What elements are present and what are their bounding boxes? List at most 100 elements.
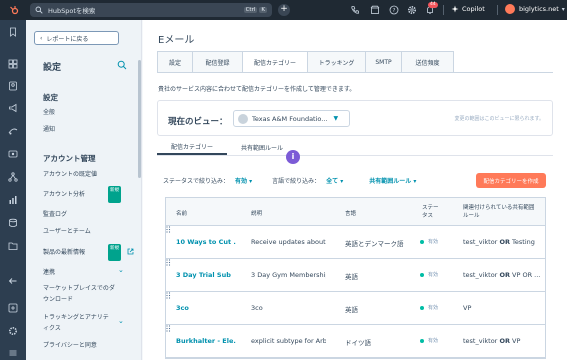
sprocket-icon[interactable] <box>9 5 19 15</box>
rule-name: VP OR ... <box>512 271 541 279</box>
arrow-left-icon[interactable] <box>8 276 18 286</box>
sidebar-item-general[interactable]: 全般 <box>43 108 55 118</box>
status-filter-value: 有効 <box>235 178 248 185</box>
sidebar-item-users-teams[interactable]: ユーザーとチーム <box>43 227 91 237</box>
table-row[interactable]: 3 Day Trial Sub 3 Day Gym Membership 英語 … <box>166 259 545 292</box>
business-unit-select[interactable]: Texas A&M Foundatio... ▼ <box>233 110 350 127</box>
copilot-label: Copilot <box>462 5 485 13</box>
category-language: 英語とデンマーク語 <box>345 240 404 248</box>
category-description: 3co <box>251 304 263 312</box>
service-icon[interactable] <box>8 149 18 159</box>
automation-icon[interactable] <box>8 172 18 182</box>
drag-handle-icon[interactable] <box>166 226 171 233</box>
info-icon[interactable]: i <box>286 150 300 164</box>
subtab-subscription-categories[interactable]: 配信カテゴリー <box>157 140 228 155</box>
current-view-label: 現在のビュー： <box>168 117 228 127</box>
help-icon[interactable]: ? <box>389 5 399 15</box>
scope-rules-cell: VP <box>463 304 543 312</box>
category-description: explicit subtype for Arb... <box>251 337 326 345</box>
sales-icon[interactable] <box>8 126 18 136</box>
scope-rules-cell: test_viktor OR VP <box>463 337 543 345</box>
sidebar-item-integrations[interactable]: 連携 <box>43 268 55 278</box>
data-management-icon[interactable] <box>8 218 18 228</box>
external-link-icon <box>127 248 134 255</box>
sidebar-item-privacy-consent[interactable]: プライバシーと同意 <box>43 341 97 351</box>
chevron-left-icon: ‹ <box>40 34 43 42</box>
category-description: 3 Day Gym Membership <box>251 271 326 279</box>
chevron-down-icon[interactable]: ⌄ <box>118 317 124 325</box>
tab-tracking[interactable]: トラッキング <box>308 51 366 73</box>
global-search-input[interactable]: HubSpotを検索 Ctrl K <box>30 3 272 17</box>
column-header-description[interactable]: 説明 <box>251 209 262 217</box>
category-name-link[interactable]: Burkhalter - Ele... <box>176 337 236 345</box>
settings-icon[interactable] <box>8 326 18 336</box>
sidebar-item-product-updates[interactable]: 製品の最新情報 <box>43 248 85 258</box>
sidebar-item-tracking-analytics[interactable]: トラッキングとアナリテ <box>43 313 109 323</box>
reports-icon[interactable] <box>8 195 18 205</box>
tab-sending-frequency[interactable]: 送信頻度 <box>402 51 454 73</box>
language-filter-dropdown[interactable]: 全て ▾ <box>326 176 343 185</box>
table-row[interactable]: Burkhalter - Ele... explicit subtype for… <box>166 325 545 358</box>
column-header-language[interactable]: 言語 <box>345 209 356 217</box>
back-to-reports-button[interactable]: ‹ レポートに戻る <box>34 31 119 45</box>
shortcut-ctrl: Ctrl <box>243 7 258 13</box>
rule-name: Testing <box>512 238 535 246</box>
category-name-link[interactable]: 3co <box>176 304 236 312</box>
status-filter-dropdown[interactable]: 有効 ▾ <box>235 176 252 185</box>
dashboard-icon[interactable] <box>8 59 18 69</box>
sidebar-item-notifications[interactable]: 通知 <box>43 125 55 135</box>
integrations-icon[interactable] <box>8 303 18 313</box>
search-icon[interactable] <box>117 60 127 70</box>
copilot-icon <box>451 5 459 13</box>
copilot-button[interactable]: Copilot <box>451 5 485 13</box>
tab-subscriptions[interactable]: 配信登録 <box>193 51 243 73</box>
folder-icon[interactable] <box>8 241 18 251</box>
bookmark-icon[interactable] <box>8 27 18 37</box>
status-text: 有効 <box>428 272 439 278</box>
sidebar-item-tracking-analytics-line2[interactable]: ィクス <box>43 324 61 334</box>
account-name: biglytics.net <box>519 5 559 13</box>
category-name-link[interactable]: 3 Day Trial Sub <box>176 271 236 279</box>
table-row[interactable]: 10 Ways to Cut ... Receive updates about… <box>166 226 545 259</box>
sidebar-item-account-analytics[interactable]: アカウント分析 <box>43 190 85 200</box>
column-header-scope-rules[interactable]: 関連付けられている共有範囲 ルール <box>463 204 545 220</box>
create-new-button[interactable]: + <box>278 4 290 16</box>
sidebar-item-marketplace-downloads-line2[interactable]: ウンロード <box>43 295 73 305</box>
category-language: 英語 <box>345 306 358 314</box>
marketplace-icon[interactable] <box>370 5 380 15</box>
sidebar-item-account-defaults[interactable]: アカウントの既定値 <box>43 170 97 180</box>
sidebar-scrollbar[interactable] <box>138 60 141 178</box>
drag-handle-icon[interactable] <box>166 259 171 266</box>
tab-settings[interactable]: 設定 <box>157 51 193 73</box>
scope-rules-cell: test_viktor OR Testing <box>463 238 543 246</box>
new-badge: 新規 <box>108 186 121 203</box>
menu-icon[interactable] <box>8 348 18 358</box>
tab-subscription-categories[interactable]: 配信カテゴリー <box>243 51 308 73</box>
status-badge: 有効 <box>420 238 438 245</box>
rule-name: test_viktor <box>463 271 498 279</box>
column-header-status[interactable]: ステー タス <box>422 204 442 220</box>
drag-handle-icon[interactable] <box>166 292 171 299</box>
column-header-name[interactable]: 名前 <box>176 209 187 217</box>
category-name-link[interactable]: 10 Ways to Cut ... <box>176 238 236 246</box>
create-subscription-category-button[interactable]: 配信カテゴリーを作成 <box>476 173 546 188</box>
account-menu[interactable]: biglytics.net ▾ <box>505 4 565 14</box>
tab-smtp[interactable]: SMTP <box>366 51 402 73</box>
drag-handle-icon[interactable] <box>166 325 171 332</box>
gear-icon[interactable] <box>407 5 417 15</box>
or-operator: OR <box>499 337 510 345</box>
contacts-icon[interactable] <box>8 81 18 91</box>
table-row[interactable]: 3co 3co 英語 有効 VP <box>166 292 545 325</box>
status-filter-label: ステータスで絞り込み： <box>163 178 230 185</box>
search-icon <box>35 6 43 14</box>
sidebar-item-marketplace-downloads[interactable]: マーケットプレイスでのダ <box>43 284 115 294</box>
phone-icon[interactable] <box>350 5 360 15</box>
sidebar-item-audit-log[interactable]: 監査ログ <box>43 210 67 220</box>
chevron-down-icon[interactable]: ⌄ <box>118 266 124 274</box>
avatar <box>505 4 515 14</box>
megaphone-icon[interactable] <box>8 103 18 113</box>
page-description: 貴社のサービス内容に合わせて配信カテゴリーを作成して管理できます。 <box>158 86 356 93</box>
section-heading-settings: 設定 <box>43 93 58 102</box>
scope-rule-filter-dropdown[interactable]: 共有範囲ルール ▾ <box>369 176 416 185</box>
language-filter-value: 全て <box>326 178 339 185</box>
